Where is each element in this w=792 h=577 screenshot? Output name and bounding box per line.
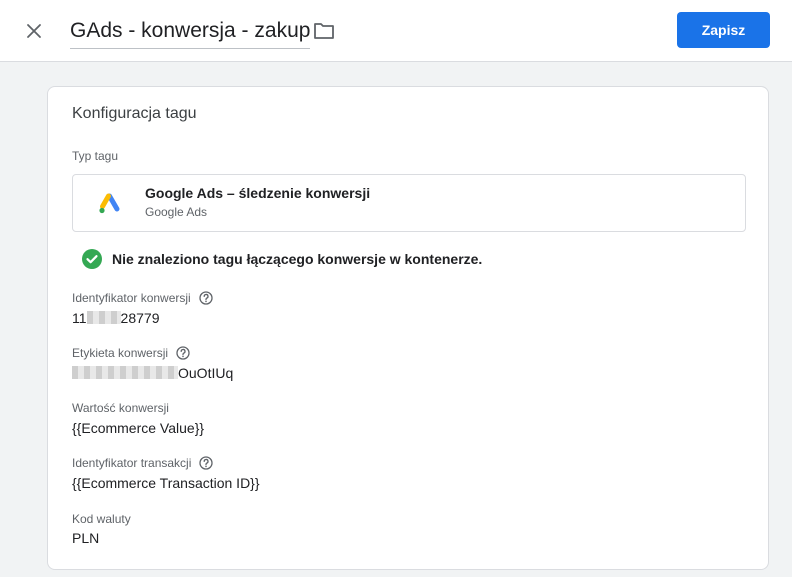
conversion-id-prefix: 11 [72, 310, 87, 326]
google-ads-logo-icon [99, 193, 120, 214]
folder-icon [314, 23, 334, 39]
redacted-block [72, 366, 178, 379]
tag-type-label-text: Typ tagu [72, 149, 119, 163]
close-icon [27, 24, 41, 38]
check-circle-icon [82, 249, 102, 269]
close-button[interactable] [22, 19, 46, 43]
conversion-label-label-text: Etykieta konwersji [72, 346, 169, 360]
section-title: Konfiguracja tagu [72, 105, 197, 122]
linker-notice: Nie znaleziono tagu łączącego konwersje … [82, 249, 482, 269]
help-icon[interactable] [176, 346, 190, 360]
tag-type-provider: Google Ads [145, 205, 208, 219]
folder-button[interactable] [312, 20, 336, 42]
conversion-label-suffix: OuOtIUq [178, 365, 234, 381]
transaction-id-label-text: Identyfikator transakcji [72, 456, 192, 470]
conversion-id-value[interactable]: 11 28779 [72, 310, 159, 326]
help-icon[interactable] [199, 291, 213, 305]
tag-type-label: Typ tagu [72, 149, 118, 163]
currency-label: Kod waluty [72, 512, 131, 526]
notice-text: Nie znaleziono tagu łączącego konwersje … [112, 251, 483, 267]
currency-value[interactable]: PLN [72, 530, 99, 546]
save-button[interactable]: Zapisz [677, 12, 770, 48]
conversion-label-label: Etykieta konwersji [72, 346, 190, 360]
redacted-block [86, 311, 121, 324]
top-bar: GAds - konwersja - zakup Zapisz [0, 0, 792, 62]
transaction-id-label: Identyfikator transakcji [72, 456, 214, 470]
tag-name-input[interactable]: GAds - konwersja - zakup [70, 18, 311, 49]
transaction-id-value[interactable]: {{Ecommerce Transaction ID}} [72, 475, 260, 491]
conversion-id-label-text: Identyfikator konwersji [72, 291, 191, 305]
conversion-id-label: Identyfikator konwersji [72, 291, 213, 305]
conversion-value-value[interactable]: {{Ecommerce Value}} [72, 420, 204, 436]
tag-configuration-card: Konfiguracja tagu Typ tagu Google Ads – … [47, 86, 769, 570]
conversion-value-label: Wartość konwersji [72, 401, 169, 415]
tag-type-selector[interactable]: Google Ads – śledzenie konwersji Google … [72, 174, 746, 232]
conversion-value-label-text: Wartość konwersji [72, 401, 169, 415]
help-icon[interactable] [199, 456, 214, 470]
conversion-label-value[interactable]: OuOtIUq [72, 365, 233, 381]
currency-label-text: Kod waluty [72, 512, 131, 526]
tag-type-name: Google Ads – śledzenie konwersji [145, 185, 371, 201]
conversion-id-suffix: 28779 [120, 310, 160, 326]
